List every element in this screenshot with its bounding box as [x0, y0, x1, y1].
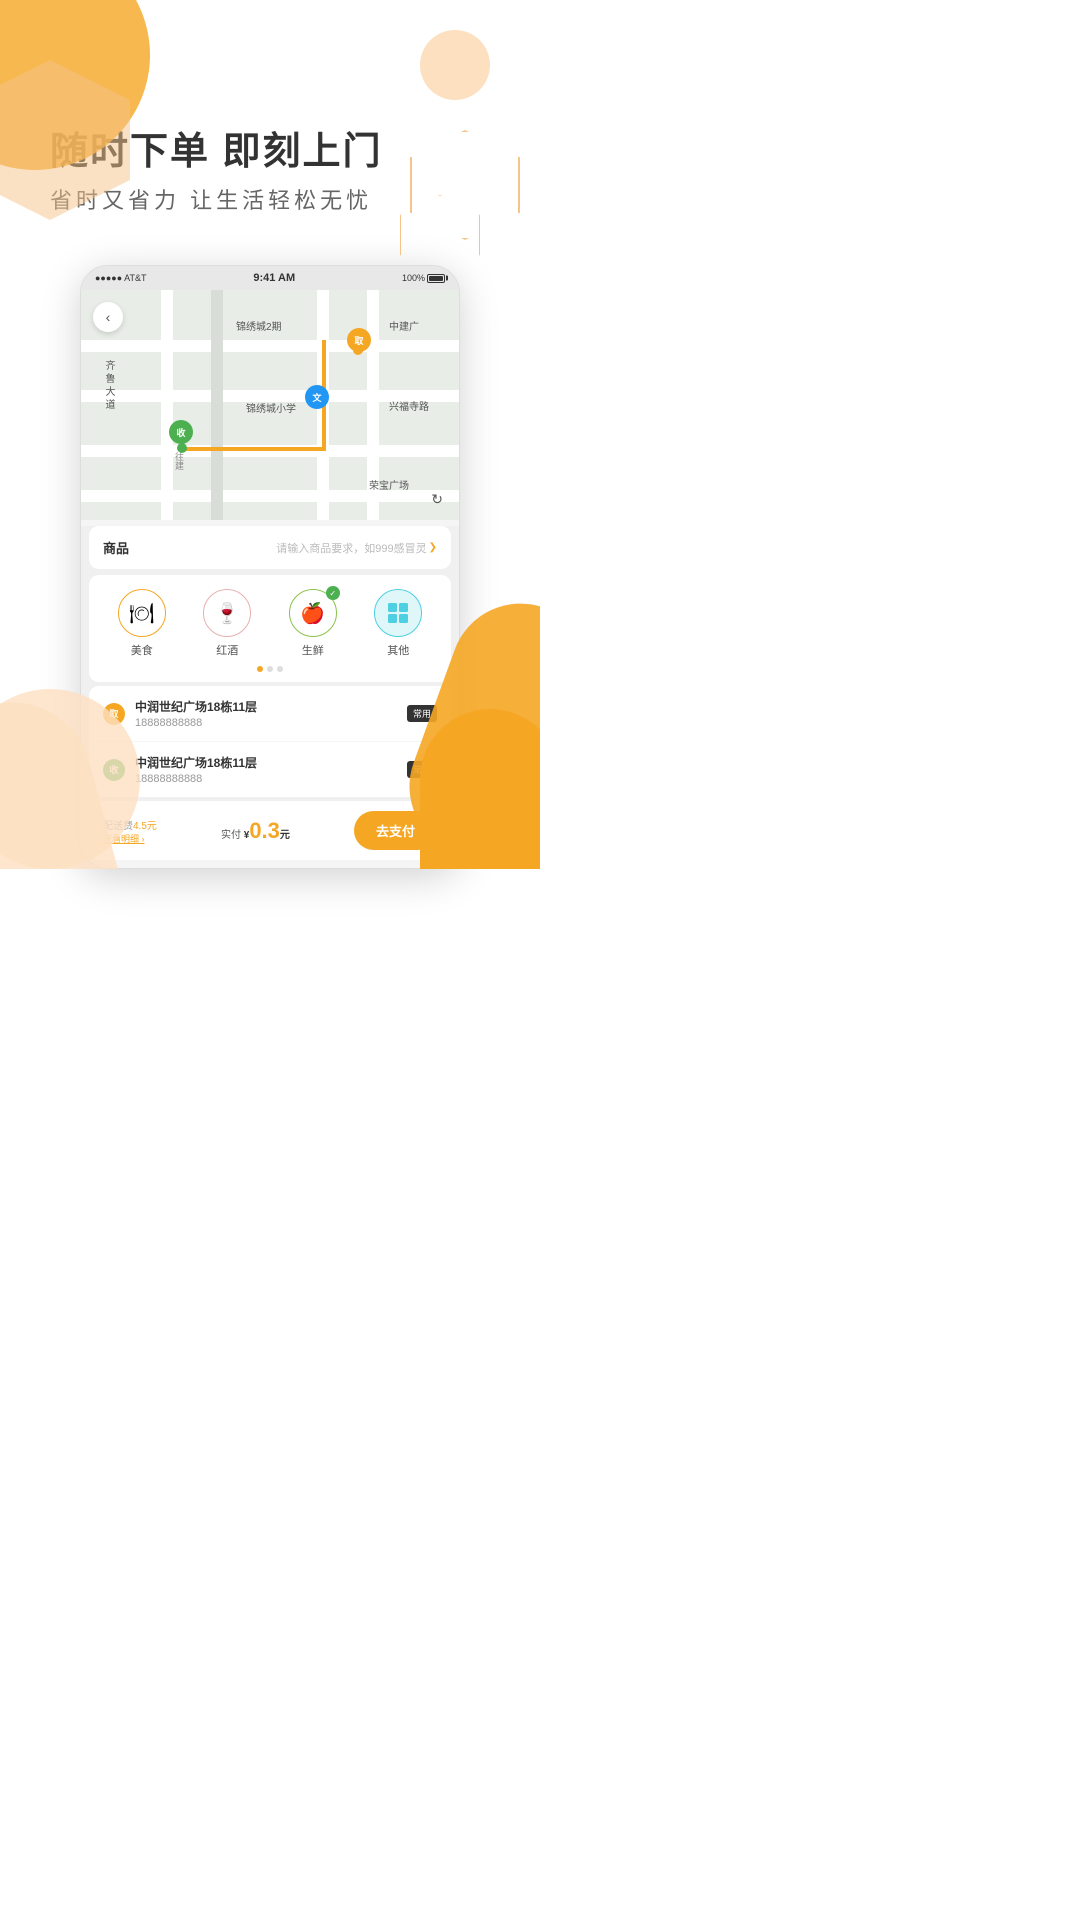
map-label-xingfu: 兴福寺路: [389, 398, 429, 413]
delivery-fee-section: 配送费4.5元 查看明细 ›: [103, 817, 157, 845]
hero-subtitle: 省时又省力 让生活轻松无忧: [50, 183, 500, 215]
phone-mockup: ●●●●● AT&T 9:41 AM 100%: [0, 245, 540, 869]
actual-pay-section: 实付 ¥0.3元: [221, 818, 290, 844]
map-label-road: 齐鲁大道: [101, 360, 116, 412]
pickup-addr-badge: 常用: [407, 705, 437, 722]
other-label: 其他: [387, 642, 409, 658]
other-icon: [374, 589, 422, 637]
school-marker: 文: [305, 385, 329, 409]
goods-arrow: ❯: [429, 542, 437, 553]
food-icon: 🍽: [118, 589, 166, 637]
hero-section: 随时下单 即刻上门 省时又省力 让生活轻松无忧: [0, 0, 540, 245]
wine-label: 红酒: [216, 642, 238, 658]
dot-2: [267, 666, 273, 672]
map-label-rongbao: 荣宝广场: [369, 477, 409, 492]
address-section: 取 中润世纪广场18栋11层 18888888888 常用 收 中润世纪广场18…: [89, 686, 451, 797]
battery-status: 100%: [402, 273, 445, 283]
carrier-label: ●●●●● AT&T: [95, 273, 147, 283]
delivery-addr-title: 中润世纪广场18栋11层: [135, 754, 407, 771]
pay-button[interactable]: 去支付: [354, 811, 437, 850]
fresh-label: 生鲜: [302, 642, 324, 658]
map-label-jinxiu2: 锦绣城2期: [236, 318, 282, 333]
battery-percent: 100%: [402, 273, 425, 283]
hero-title: 随时下单 即刻上门: [50, 120, 500, 175]
food-label: 美食: [131, 642, 153, 658]
dot-1: [257, 666, 263, 672]
categories-section: 🍽 美食 🍷 红酒 🍎 ✓ 生鲜: [89, 575, 451, 682]
pickup-addr-title: 中润世纪广场18栋11层: [135, 698, 407, 715]
goods-label: 商品: [103, 538, 129, 557]
pickup-addr-info: 中润世纪广场18栋11层 18888888888: [135, 698, 407, 729]
time-label: 9:41 AM: [253, 272, 295, 284]
pickup-marker: 取: [347, 328, 371, 352]
map-label-school: 锦绣城小学: [246, 400, 296, 415]
goods-section: 商品 请输入商品要求，如999感冒灵 ❯: [89, 526, 451, 569]
wine-icon: 🍷: [203, 589, 251, 637]
fresh-icon: 🍎 ✓: [289, 589, 337, 637]
delivery-addr-phone: 18888888888: [135, 773, 407, 785]
pickup-addr-phone: 18888888888: [135, 717, 407, 729]
check-badge: ✓: [326, 586, 340, 600]
map-label-zaijian: 往建: [173, 452, 186, 470]
refresh-button[interactable]: ↻: [431, 491, 443, 508]
delivery-detail-link[interactable]: 查看明细 ›: [103, 832, 157, 845]
category-other[interactable]: 其他: [374, 589, 422, 658]
delivery-fee-label: 配送费4.5元: [103, 817, 157, 832]
delivery-addr-info: 中润世纪广场18栋11层 18888888888: [135, 754, 407, 785]
goods-input-hint[interactable]: 请输入商品要求，如999感冒灵 ❯: [276, 540, 437, 556]
status-bar: ●●●●● AT&T 9:41 AM 100%: [81, 266, 459, 290]
actual-pay-label: 实付: [221, 830, 244, 841]
delivery-addr-badge: 常用: [407, 761, 437, 778]
dot-3: [277, 666, 283, 672]
delivery-dot: [177, 443, 187, 453]
battery-icon: [427, 274, 445, 283]
map-label-zhongjian: 中建广: [389, 318, 419, 333]
bottom-bar: 配送费4.5元 查看明细 › 实付 ¥0.3元 去支付: [89, 801, 451, 860]
pickup-addr-marker: 取: [103, 703, 125, 725]
delivery-address-row[interactable]: 收 中润世纪广场18栋11层 18888888888 常用: [89, 742, 451, 797]
map-area: 锦绣城2期 中建广 锦绣城小学 齐鲁大道 兴福寺路 荣宝广场 往建 取 文 收 …: [81, 290, 459, 520]
delivery-marker: 收: [169, 420, 193, 444]
delivery-addr-marker: 收: [103, 759, 125, 781]
back-button[interactable]: ‹: [93, 302, 123, 332]
pay-amount: ¥0.3元: [244, 826, 290, 841]
pickup-address-row[interactable]: 取 中润世纪广场18栋11层 18888888888 常用: [89, 686, 451, 742]
category-fresh[interactable]: 🍎 ✓ 生鲜: [289, 589, 337, 658]
category-wine[interactable]: 🍷 红酒: [203, 589, 251, 658]
category-food[interactable]: 🍽 美食: [118, 589, 166, 658]
